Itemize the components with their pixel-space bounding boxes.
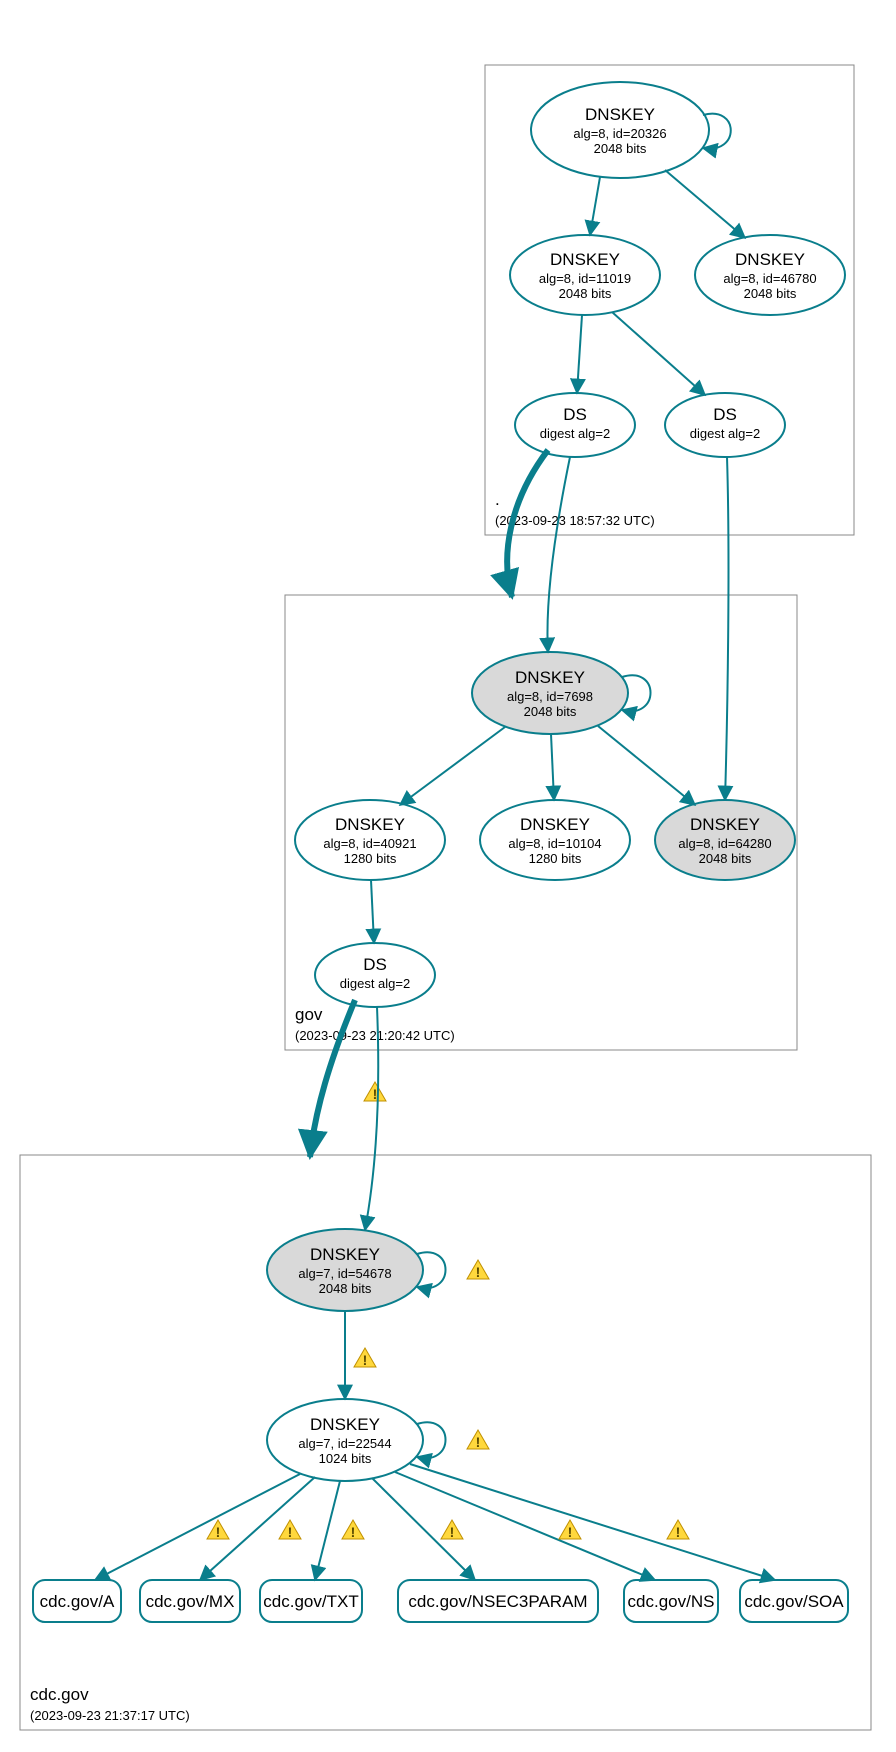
svg-text:cdc.gov/TXT: cdc.gov/TXT: [263, 1592, 358, 1611]
leaf-txt: cdc.gov/TXT: [260, 1580, 362, 1622]
edge-ds1-govksk: [547, 457, 570, 652]
edge-govksk-zsk2: [551, 734, 554, 800]
node-cdc-zsk: DNSKEY alg=7, id=22544 1024 bits: [267, 1399, 423, 1481]
svg-text:alg=8, id=46780: alg=8, id=46780: [723, 271, 816, 286]
svg-text:DNSKEY: DNSKEY: [585, 105, 655, 124]
svg-text:DS: DS: [563, 405, 587, 424]
node-root-zsk1: DNSKEY alg=8, id=11019 2048 bits: [510, 235, 660, 315]
svg-text:alg=8, id=10104: alg=8, id=10104: [508, 836, 601, 851]
svg-text:alg=8, id=7698: alg=8, id=7698: [507, 689, 593, 704]
svg-text:digest alg=2: digest alg=2: [340, 976, 410, 991]
node-cdc-ksk: DNSKEY alg=7, id=54678 2048 bits: [267, 1229, 423, 1311]
warning-icon: [441, 1520, 463, 1540]
leaf-nsec: cdc.gov/NSEC3PARAM: [398, 1580, 598, 1622]
node-root-zsk2: DNSKEY alg=8, id=46780 2048 bits: [695, 235, 845, 315]
leaf-ns: cdc.gov/NS: [624, 1580, 718, 1622]
warning-icon: [559, 1520, 581, 1540]
svg-text:DNSKEY: DNSKEY: [515, 668, 585, 687]
zone-cdc-timestamp: (2023-09-23 21:37:17 UTC): [30, 1708, 190, 1723]
svg-text:alg=7, id=54678: alg=7, id=54678: [298, 1266, 391, 1281]
leaf-soa: cdc.gov/SOA: [740, 1580, 848, 1622]
svg-text:DNSKEY: DNSKEY: [735, 250, 805, 269]
edge-zsk1-ds1: [577, 315, 582, 393]
svg-text:cdc.gov/NSEC3PARAM: cdc.gov/NSEC3PARAM: [408, 1592, 587, 1611]
node-gov-zsk3: DNSKEY alg=8, id=64280 2048 bits: [655, 800, 795, 880]
svg-text:alg=8, id=20326: alg=8, id=20326: [573, 126, 666, 141]
svg-text:alg=8, id=11019: alg=8, id=11019: [539, 271, 631, 286]
svg-text:alg=7, id=22544: alg=7, id=22544: [298, 1436, 391, 1451]
node-gov-zsk1: DNSKEY alg=8, id=40921 1280 bits: [295, 800, 445, 880]
svg-text:digest alg=2: digest alg=2: [690, 426, 760, 441]
edge-rootksk-zsk1: [590, 177, 600, 235]
warning-icon: [207, 1520, 229, 1540]
svg-text:1024 bits: 1024 bits: [319, 1451, 372, 1466]
svg-text:DNSKEY: DNSKEY: [520, 815, 590, 834]
svg-text:2048 bits: 2048 bits: [559, 286, 612, 301]
warning-icon: [467, 1430, 489, 1450]
node-gov-ksk: DNSKEY alg=8, id=7698 2048 bits: [472, 652, 628, 734]
svg-text:DNSKEY: DNSKEY: [335, 815, 405, 834]
warning-icon: [667, 1520, 689, 1540]
zone-root-label: .: [495, 490, 500, 509]
leaf-mx: cdc.gov/MX: [140, 1580, 240, 1622]
warning-icon: [364, 1082, 386, 1102]
zone-gov-timestamp: (2023-09-23 21:20:42 UTC): [295, 1028, 455, 1043]
svg-text:cdc.gov/SOA: cdc.gov/SOA: [744, 1592, 844, 1611]
svg-text:2048 bits: 2048 bits: [319, 1281, 372, 1296]
edge-govksk-zsk1: [400, 727, 505, 805]
edge-zsk-nsec: [372, 1478, 475, 1580]
svg-text:2048 bits: 2048 bits: [744, 286, 797, 301]
leaf-a: cdc.gov/A: [33, 1580, 121, 1622]
svg-text:cdc.gov/MX: cdc.gov/MX: [146, 1592, 235, 1611]
warning-icon: [467, 1260, 489, 1280]
warning-icon: [342, 1520, 364, 1540]
svg-text:DS: DS: [363, 955, 387, 974]
svg-text:2048 bits: 2048 bits: [699, 851, 752, 866]
node-root-ksk: DNSKEY alg=8, id=20326 2048 bits: [531, 82, 709, 178]
node-root-ds1: DS digest alg=2: [515, 393, 635, 457]
zone-root-timestamp: (2023-09-23 18:57:32 UTC): [495, 513, 655, 528]
node-gov-ds: DS digest alg=2: [315, 943, 435, 1007]
dnssec-diagram: ! . (2023-09-23 18:57:32 UTC) DNSKEY alg…: [0, 0, 896, 1752]
svg-text:cdc.gov/NS: cdc.gov/NS: [628, 1592, 715, 1611]
svg-text:2048 bits: 2048 bits: [524, 704, 577, 719]
svg-text:DNSKEY: DNSKEY: [310, 1245, 380, 1264]
svg-text:DNSKEY: DNSKEY: [550, 250, 620, 269]
warning-icon: [279, 1520, 301, 1540]
svg-text:DNSKEY: DNSKEY: [310, 1415, 380, 1434]
node-gov-zsk2: DNSKEY alg=8, id=10104 1280 bits: [480, 800, 630, 880]
svg-text:2048 bits: 2048 bits: [594, 141, 647, 156]
svg-text:1280 bits: 1280 bits: [529, 851, 582, 866]
svg-text:DNSKEY: DNSKEY: [690, 815, 760, 834]
edge-govzsk1-ds: [371, 880, 374, 943]
edge-zsk-a: [95, 1474, 300, 1580]
edge-zsk-ns: [395, 1472, 655, 1580]
svg-text:cdc.gov/A: cdc.gov/A: [40, 1592, 115, 1611]
svg-text:alg=8, id=40921: alg=8, id=40921: [323, 836, 416, 851]
edge-zsk-txt: [315, 1481, 340, 1580]
svg-text:alg=8, id=64280: alg=8, id=64280: [678, 836, 771, 851]
svg-text:DS: DS: [713, 405, 737, 424]
warning-icon: [354, 1348, 376, 1368]
edge-ds2-govzsk3: [725, 457, 728, 800]
edge-rootksk-zsk2: [665, 170, 745, 238]
zone-cdc-label: cdc.gov: [30, 1685, 89, 1704]
edge-zsk-soa: [410, 1464, 775, 1580]
edge-govksk-zsk3: [598, 726, 695, 805]
svg-text:1280 bits: 1280 bits: [344, 851, 397, 866]
zone-gov-label: gov: [295, 1005, 323, 1024]
svg-text:digest alg=2: digest alg=2: [540, 426, 610, 441]
node-root-ds2: DS digest alg=2: [665, 393, 785, 457]
edge-zsk1-ds2: [612, 312, 705, 395]
